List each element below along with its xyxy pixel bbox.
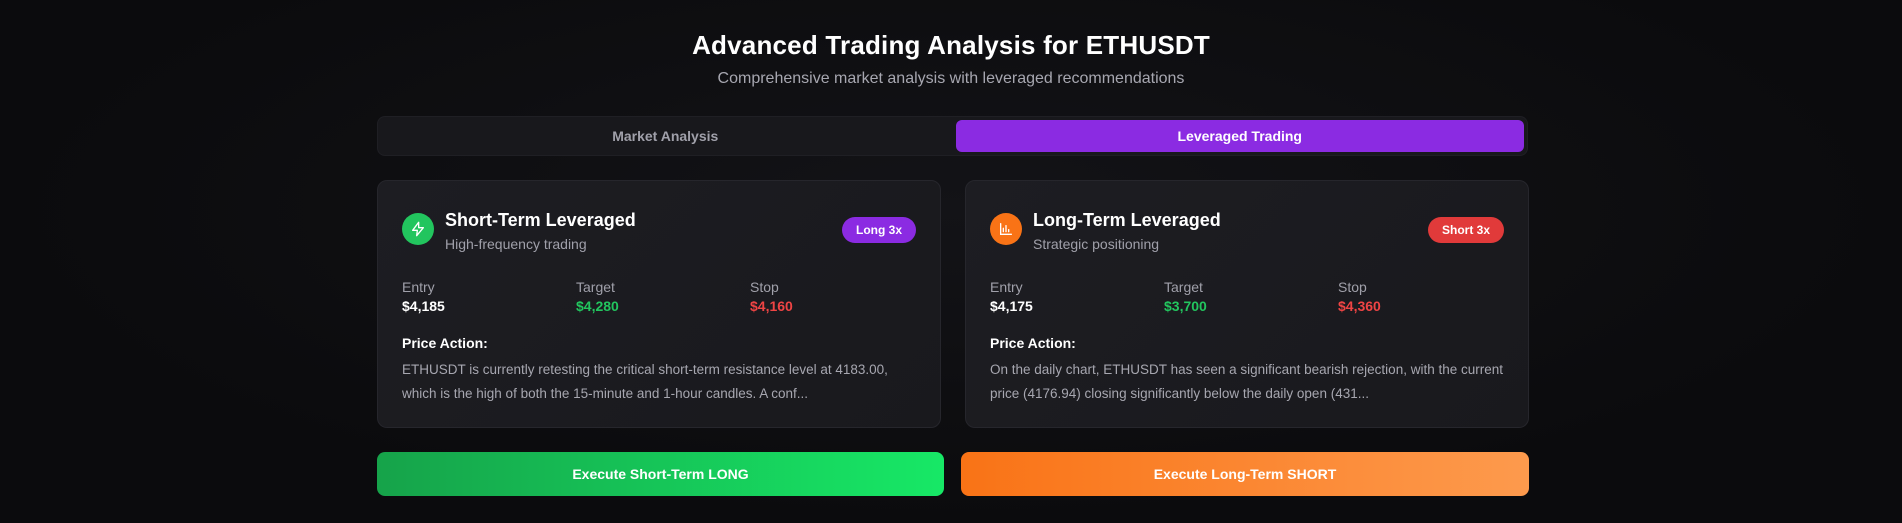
stop-metric: Stop $4,360 bbox=[1338, 279, 1381, 314]
long-term-card: Long-Term Leveraged Strategic positionin… bbox=[965, 180, 1529, 428]
bar-chart-icon bbox=[990, 213, 1022, 245]
leverage-badge: Short 3x bbox=[1427, 217, 1504, 243]
card-subtitle: High-frequency trading bbox=[445, 236, 587, 252]
tab-market-analysis[interactable]: Market Analysis bbox=[381, 120, 950, 152]
target-metric: Target $4,280 bbox=[576, 279, 619, 314]
entry-metric: Entry $4,175 bbox=[990, 279, 1033, 314]
lightning-icon bbox=[402, 213, 434, 245]
target-metric: Target $3,700 bbox=[1164, 279, 1207, 314]
execute-long-button[interactable]: Execute Short-Term LONG bbox=[377, 452, 944, 496]
execute-short-button[interactable]: Execute Long-Term SHORT bbox=[961, 452, 1529, 496]
target-label: Target bbox=[1164, 279, 1203, 295]
short-term-card: Short-Term Leveraged High-frequency trad… bbox=[377, 180, 941, 428]
target-value: $3,700 bbox=[1164, 298, 1207, 314]
entry-label: Entry bbox=[402, 279, 435, 295]
stop-value: $4,160 bbox=[750, 298, 793, 314]
stop-value: $4,360 bbox=[1338, 298, 1381, 314]
card-title: Long-Term Leveraged bbox=[1033, 210, 1221, 230]
tab-bar: Market Analysis Leveraged Trading bbox=[377, 116, 1528, 156]
stop-label: Stop bbox=[1338, 279, 1367, 295]
price-action-label: Price Action: bbox=[402, 335, 488, 351]
leverage-badge: Long 3x bbox=[841, 217, 916, 243]
stop-metric: Stop $4,160 bbox=[750, 279, 793, 314]
stop-label: Stop bbox=[750, 279, 779, 295]
page-subtitle: Comprehensive market analysis with lever… bbox=[717, 70, 1185, 87]
page-title: Advanced Trading Analysis for ETHUSDT bbox=[692, 30, 1210, 60]
target-value: $4,280 bbox=[576, 298, 619, 314]
price-action-text: ETHUSDT is currently retesting the criti… bbox=[402, 362, 888, 401]
card-title: Short-Term Leveraged bbox=[445, 210, 636, 230]
price-action-text: On the daily chart, ETHUSDT has seen a s… bbox=[990, 362, 1503, 401]
entry-metric: Entry $4,185 bbox=[402, 279, 445, 314]
entry-value: $4,185 bbox=[402, 298, 445, 314]
card-subtitle: Strategic positioning bbox=[1033, 236, 1160, 252]
entry-value: $4,175 bbox=[990, 298, 1033, 314]
entry-label: Entry bbox=[990, 279, 1023, 295]
page: Advanced Trading Analysis for ETHUSDT Co… bbox=[0, 0, 1902, 523]
price-action-label: Price Action: bbox=[990, 335, 1076, 351]
tab-leveraged-trading[interactable]: Leveraged Trading bbox=[955, 120, 1524, 152]
target-label: Target bbox=[576, 279, 615, 295]
